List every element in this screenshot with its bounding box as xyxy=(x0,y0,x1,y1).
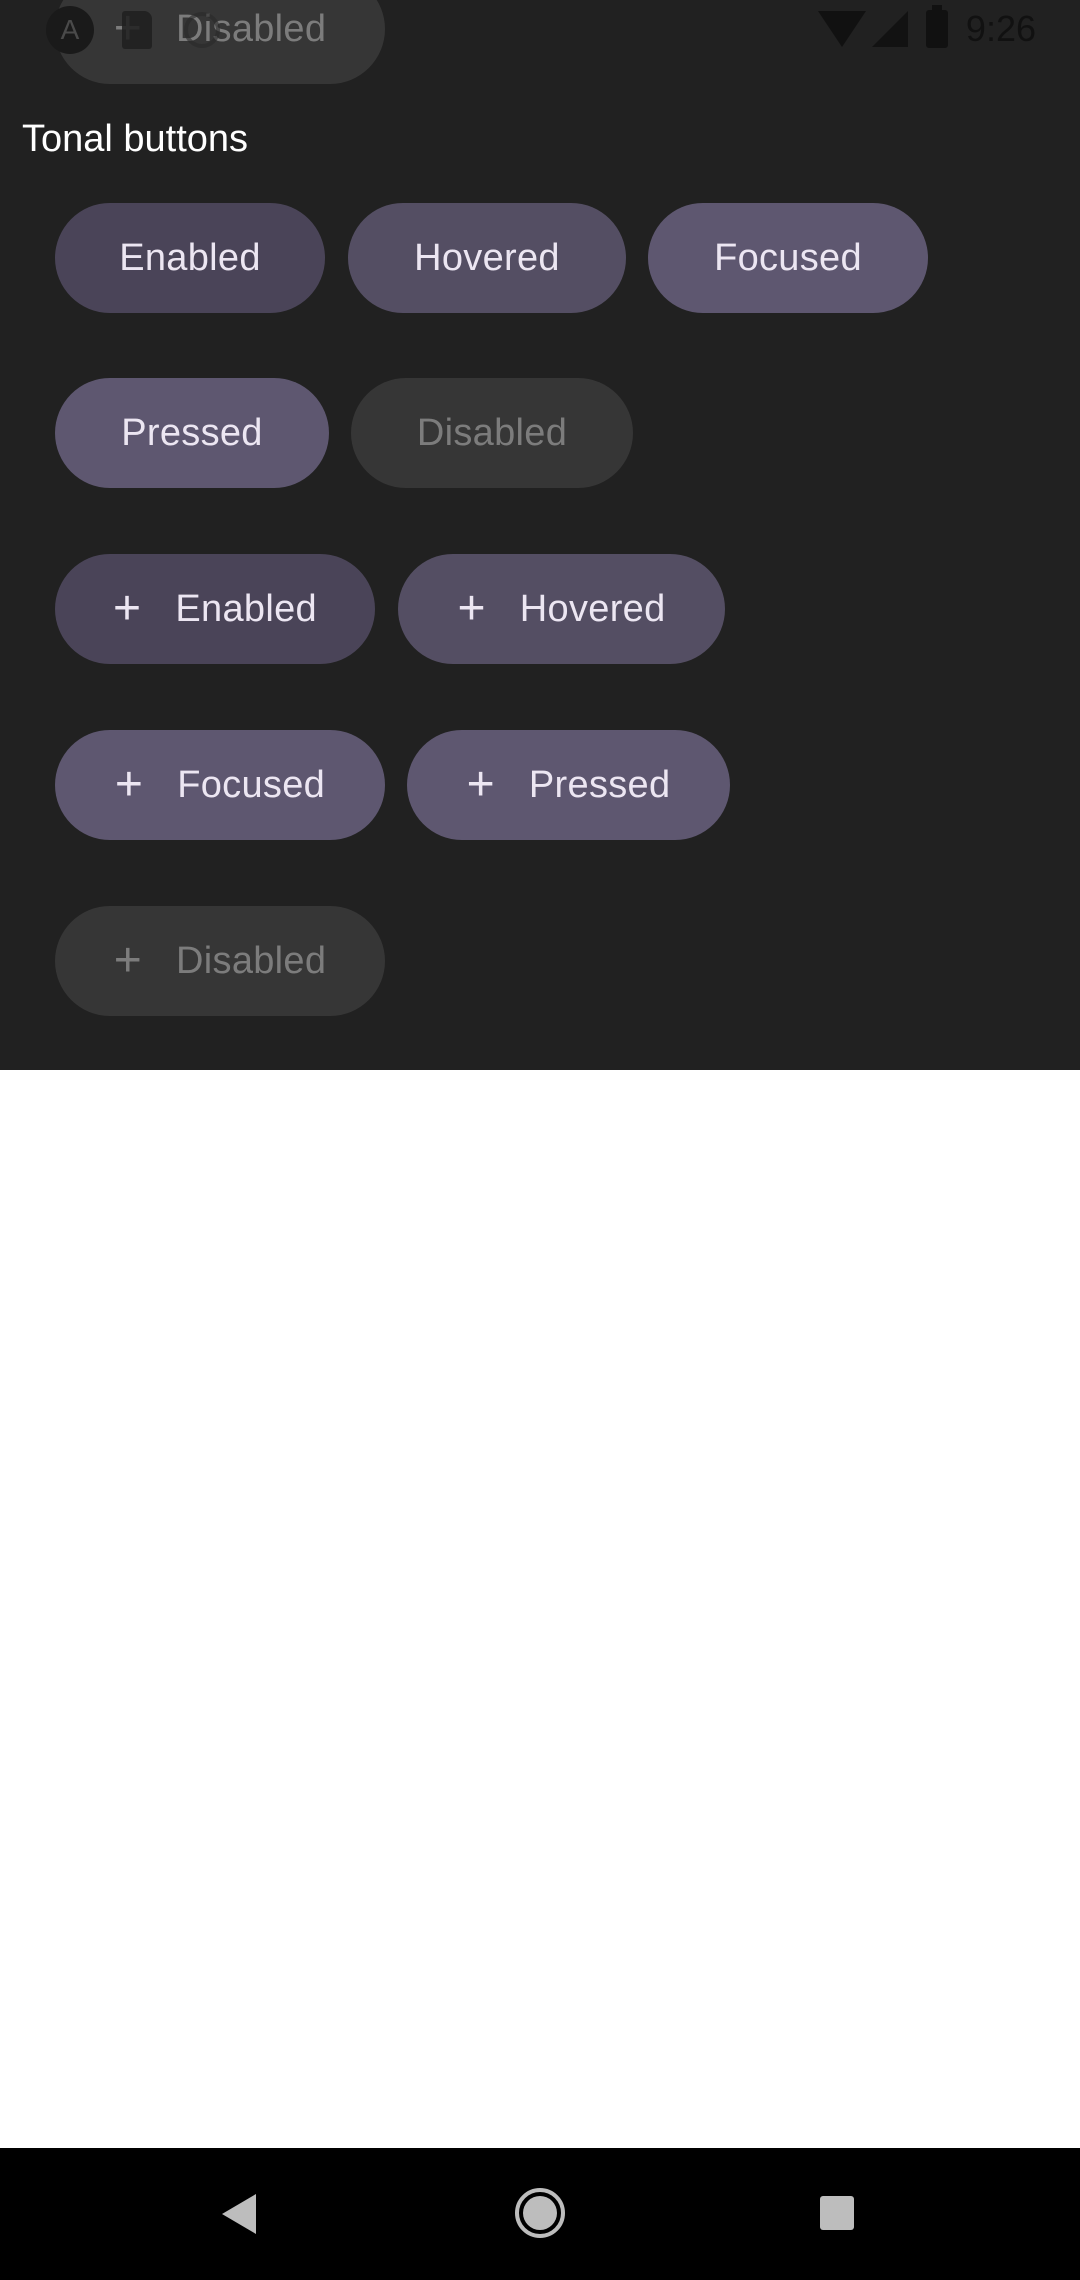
status-system: 9:26 xyxy=(817,5,1036,50)
tonal-button-focused[interactable]: Focused xyxy=(648,203,928,313)
tonal-button-hovered[interactable]: Hovered xyxy=(348,203,626,313)
demo-content-area: + Disabled Tonal buttons Enabled Hovered… xyxy=(0,0,1080,1070)
tonal-icon-button-focused[interactable]: + Focused xyxy=(55,730,385,840)
plus-icon: + xyxy=(457,582,486,635)
button-label: Pressed xyxy=(528,763,671,806)
plus-icon: + xyxy=(466,758,495,811)
plus-icon: + xyxy=(114,758,144,811)
cell-signal-icon xyxy=(871,11,908,47)
tonal-icon-button-enabled[interactable]: + Enabled xyxy=(55,554,375,664)
sd-card-icon xyxy=(122,11,152,49)
wifi-icon xyxy=(817,11,866,47)
home-icon[interactable] xyxy=(515,2188,565,2238)
button-label: Disabled xyxy=(176,939,327,982)
tonal-icon-button-disabled: + Disabled xyxy=(55,906,385,1016)
battery-icon xyxy=(925,5,948,48)
back-icon[interactable] xyxy=(222,2194,256,2234)
status-bar: A 9:26 xyxy=(0,0,1080,64)
sync-icon xyxy=(184,12,220,48)
tonal-icon-button-pressed[interactable]: + Pressed xyxy=(407,730,730,840)
button-label: Focused xyxy=(177,763,326,806)
plus-icon: + xyxy=(113,582,142,635)
tonal-button-pressed[interactable]: Pressed xyxy=(55,378,329,488)
tonal-button-disabled: Disabled xyxy=(351,378,633,488)
button-label: Enabled xyxy=(175,587,317,630)
status-time: 9:26 xyxy=(965,8,1036,49)
section-title: Tonal buttons xyxy=(22,118,249,160)
tonal-button-enabled[interactable]: Enabled xyxy=(55,203,325,313)
home-icon-inner xyxy=(523,2196,557,2230)
navigation-bar xyxy=(0,2148,1080,2280)
plus-icon: + xyxy=(113,934,143,987)
button-label: Hovered xyxy=(519,587,666,630)
status-notifications: A xyxy=(46,6,220,54)
tonal-icon-button-hovered[interactable]: + Hovered xyxy=(398,554,725,664)
app-notification-icon: A xyxy=(46,6,94,54)
recents-icon[interactable] xyxy=(820,2196,854,2230)
